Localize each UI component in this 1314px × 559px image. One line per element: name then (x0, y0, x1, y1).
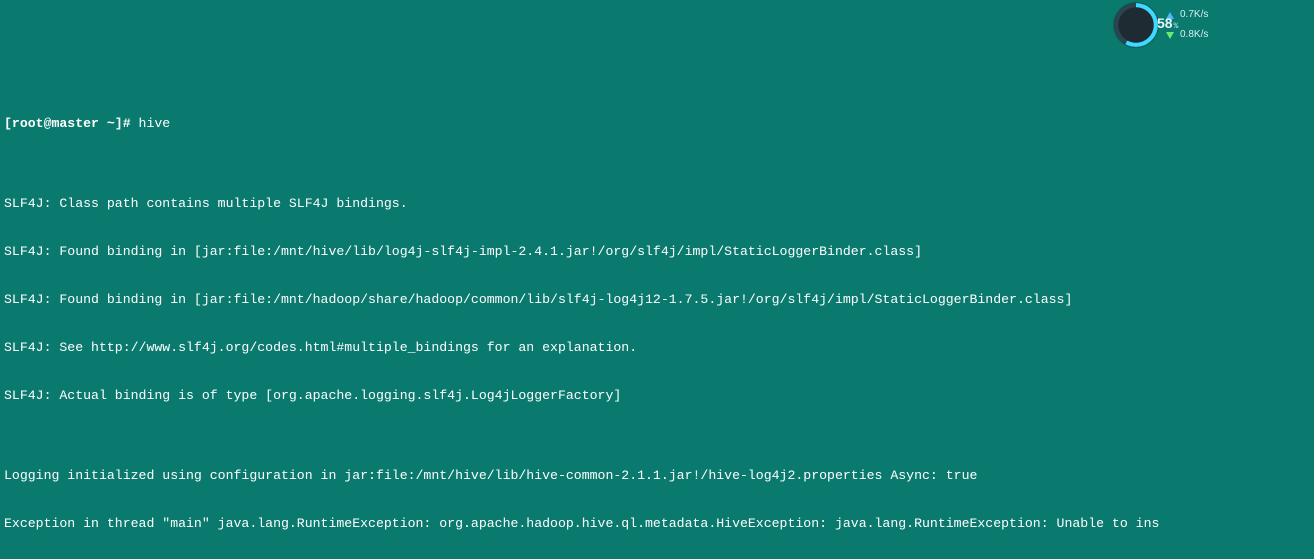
download-speed: 0.8K/s (1180, 27, 1208, 43)
prompt-line: [root@master ~]# hive (4, 116, 1314, 132)
terminal-window[interactable]: 58% 0.7K/s 0.8K/s [root@master ~]# hive … (0, 0, 1314, 559)
cpu-gauge: 58% (1114, 3, 1158, 47)
upload-speed-row: 0.7K/s (1166, 7, 1208, 23)
gauge-ring-icon (1114, 3, 1158, 47)
terminal-output-line: SLF4J: See http://www.slf4j.org/codes.ht… (4, 340, 1314, 356)
network-speeds: 0.7K/s 0.8K/s (1166, 7, 1208, 43)
gauge-number: 58 (1157, 15, 1173, 31)
shell-prompt: [root@master ~]# (4, 116, 139, 131)
terminal-output-line: Exception in thread "main" java.lang.Run… (4, 516, 1314, 532)
terminal-output-line: Logging initialized using configuration … (4, 468, 1314, 484)
terminal-output-line: SLF4J: Found binding in [jar:file:/mnt/h… (4, 244, 1314, 260)
download-speed-row: 0.8K/s (1166, 27, 1208, 43)
arrow-up-icon (1166, 12, 1174, 19)
network-monitor-overlay: 58% 0.7K/s 0.8K/s (1114, 0, 1254, 50)
terminal-output-line: SLF4J: Found binding in [jar:file:/mnt/h… (4, 292, 1314, 308)
terminal-output-line: SLF4J: Class path contains multiple SLF4… (4, 196, 1314, 212)
upload-speed: 0.7K/s (1180, 7, 1208, 23)
gauge-percent-sign: % (1174, 22, 1179, 31)
typed-command: hive (139, 116, 171, 131)
gauge-value: 58% (1094, 0, 1179, 51)
terminal-output-line: SLF4J: Actual binding is of type [org.ap… (4, 388, 1314, 404)
arrow-down-icon (1166, 32, 1174, 39)
